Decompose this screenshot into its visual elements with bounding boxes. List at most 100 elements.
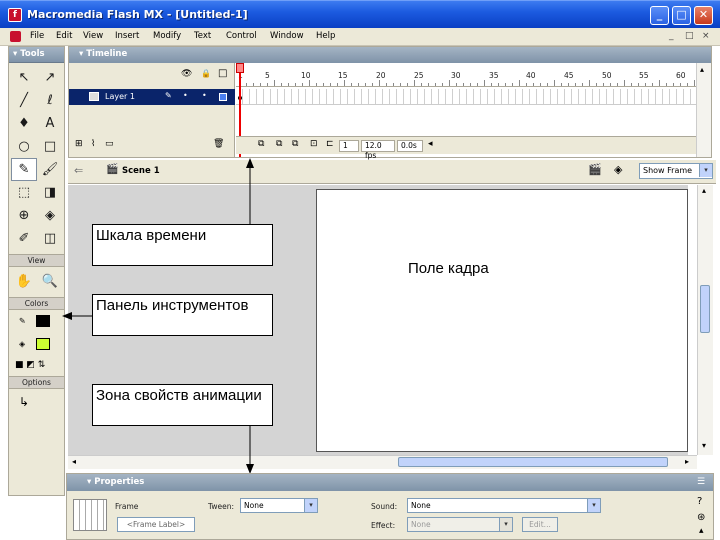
menu-file[interactable]: File xyxy=(30,31,44,41)
menu-insert[interactable]: Insert xyxy=(115,31,139,41)
timeline-header[interactable]: ▾ Timeline xyxy=(69,47,711,63)
arrow-tool-icon[interactable]: ↖ xyxy=(11,66,37,89)
brush-tool-icon[interactable]: 🖌 xyxy=(37,158,63,181)
collapse-icon[interactable]: ▴ xyxy=(699,526,704,536)
snap-option-icon[interactable]: ↳ xyxy=(9,389,64,409)
scroll-up-icon[interactable]: ▴ xyxy=(702,186,706,195)
onion-markers-icon[interactable]: ⊏ xyxy=(326,139,334,149)
layer-visible-dot[interactable]: • xyxy=(183,91,188,100)
swap-colors-icon[interactable]: ⇅ xyxy=(38,360,46,370)
timeline-title: Timeline xyxy=(86,49,128,59)
effect-select[interactable]: None ▾ xyxy=(407,517,513,532)
options-section-label: Options xyxy=(9,376,64,389)
frame-label-input[interactable]: <Frame Label> xyxy=(117,517,195,532)
frame-ruler[interactable]: 1 5 10 15 20 25 30 35 40 45 50 55 60 xyxy=(236,63,696,87)
scroll-left-icon[interactable]: ◂ xyxy=(428,139,433,149)
oval-tool-icon[interactable]: ○ xyxy=(11,135,37,158)
stage-callout: Поле кадра xyxy=(408,260,489,277)
zoom-tool-icon[interactable]: 🔍 xyxy=(37,270,63,293)
hand-tool-icon[interactable]: ✋ xyxy=(11,270,37,293)
scroll-down-icon[interactable]: ▾ xyxy=(702,441,706,450)
zoom-select[interactable]: Show Frame ▾ xyxy=(639,163,713,179)
chevron-down-icon[interactable]: ▾ xyxy=(304,499,317,512)
mdi-restore-button[interactable]: □ xyxy=(685,31,694,41)
scene-name[interactable]: Scene 1 xyxy=(122,166,160,176)
layer-name[interactable]: Layer 1 xyxy=(105,92,135,101)
properties-header[interactable]: ▾ Properties xyxy=(67,474,713,491)
tool-grid: ↖ ↗ ╱ ℓ ♦ A ○ □ ✎ 🖌 ⬚ ◨ ⊕ ◈ ✐ ◫ xyxy=(9,63,64,250)
panel-menu-icon[interactable]: ☰ xyxy=(697,477,705,487)
edit-scene-icon[interactable]: 🎬 xyxy=(588,163,602,176)
mdi-minimize-button[interactable]: _ xyxy=(669,31,674,41)
text-tool-icon[interactable]: A xyxy=(37,112,63,135)
scroll-left-icon[interactable]: ◂ xyxy=(72,457,76,466)
default-colors-icon[interactable]: ■ xyxy=(15,360,24,370)
add-layer-icon[interactable]: ⊞ xyxy=(75,139,83,149)
back-arrow-icon[interactable]: ⇐ xyxy=(74,164,83,177)
stage[interactable] xyxy=(316,189,688,452)
menu-help[interactable]: Help xyxy=(316,31,335,41)
mdi-close-button[interactable]: × xyxy=(702,31,710,41)
stroke-color-row: ✎ xyxy=(9,310,64,334)
scroll-thumb[interactable] xyxy=(700,285,710,333)
stroke-color-swatch[interactable] xyxy=(36,315,51,327)
add-folder-icon[interactable]: ▭ xyxy=(105,139,114,149)
pencil-tool-icon[interactable]: ✎ xyxy=(11,158,37,181)
menu-modify[interactable]: Modify xyxy=(153,31,181,41)
add-guide-icon[interactable]: ⌇ xyxy=(91,139,95,149)
playhead-handle[interactable] xyxy=(236,63,244,73)
subselect-tool-icon[interactable]: ↗ xyxy=(37,66,63,89)
menu-text[interactable]: Text xyxy=(194,31,211,41)
menu-window[interactable]: Window xyxy=(270,31,304,41)
chevron-down-icon[interactable]: ▾ xyxy=(587,499,600,512)
scroll-thumb[interactable] xyxy=(398,457,668,467)
free-transform-tool-icon[interactable]: ⬚ xyxy=(11,181,37,204)
lock-icon[interactable]: 🔒 xyxy=(201,69,211,78)
minimize-button[interactable]: _ xyxy=(650,6,669,25)
scroll-up-icon[interactable]: ▴ xyxy=(700,65,704,74)
close-button[interactable]: ✕ xyxy=(694,6,713,25)
layer-row[interactable]: Layer 1 ✎ • • xyxy=(69,89,235,105)
outline-icon[interactable]: □ xyxy=(218,68,227,79)
lasso-tool-icon[interactable]: ℓ xyxy=(37,89,63,112)
tools-panel-header[interactable]: ▾ Tools xyxy=(9,47,64,63)
tween-select[interactable]: None ▾ xyxy=(240,498,318,513)
help-icon[interactable]: ? xyxy=(697,496,702,507)
chevron-down-icon[interactable]: ▾ xyxy=(699,164,712,177)
pen-tool-icon[interactable]: ♦ xyxy=(11,112,37,135)
rectangle-tool-icon[interactable]: □ xyxy=(37,135,63,158)
menu-control[interactable]: Control xyxy=(226,31,257,41)
layer-frames[interactable] xyxy=(236,89,696,105)
sound-select[interactable]: None ▾ xyxy=(407,498,601,513)
ruler-tick xyxy=(603,83,604,86)
no-color-icon[interactable]: ◩ xyxy=(26,360,35,370)
maximize-button[interactable]: □ xyxy=(672,6,691,25)
layer-icon xyxy=(89,92,99,101)
onion-skin-icon[interactable]: ⧉ xyxy=(276,139,282,149)
layer-outline-swatch[interactable] xyxy=(219,93,227,101)
edit-sound-button[interactable]: Edit... xyxy=(522,517,558,532)
menu-edit[interactable]: Edit xyxy=(56,31,72,41)
fill-color-swatch[interactable] xyxy=(35,338,50,350)
eyedropper-tool-icon[interactable]: ✐ xyxy=(11,227,37,250)
accessibility-icon[interactable]: ⊛ xyxy=(697,512,705,523)
menu-view[interactable]: View xyxy=(83,31,103,41)
onion-outline-icon[interactable]: ⧉ xyxy=(292,139,298,149)
fill-transform-tool-icon[interactable]: ◨ xyxy=(37,181,63,204)
show-hide-icon[interactable]: 👁 xyxy=(181,69,192,79)
edit-symbols-icon[interactable]: ◈ xyxy=(614,163,622,176)
scroll-right-icon[interactable]: ▸ xyxy=(685,457,689,466)
ink-bottle-tool-icon[interactable]: ⊕ xyxy=(11,204,37,227)
chevron-down-icon[interactable]: ▾ xyxy=(499,518,512,531)
trash-icon[interactable]: 🗑 xyxy=(213,139,224,149)
stage-horizontal-scrollbar[interactable]: ◂ ▸ xyxy=(68,455,697,469)
sound-value: None xyxy=(411,501,431,510)
stage-vertical-scrollbar[interactable]: ▴ ▾ xyxy=(697,185,713,455)
eraser-tool-icon[interactable]: ◫ xyxy=(37,227,63,250)
line-tool-icon[interactable]: ╱ xyxy=(11,89,37,112)
layer-lock-dot[interactable]: • xyxy=(202,91,207,100)
edit-multiple-icon[interactable]: ⊡ xyxy=(310,139,318,149)
timeline-scrollbar[interactable]: ▴ xyxy=(696,63,711,157)
paint-bucket-tool-icon[interactable]: ◈ xyxy=(37,204,63,227)
center-frame-icon[interactable]: ⧉ xyxy=(258,139,264,149)
